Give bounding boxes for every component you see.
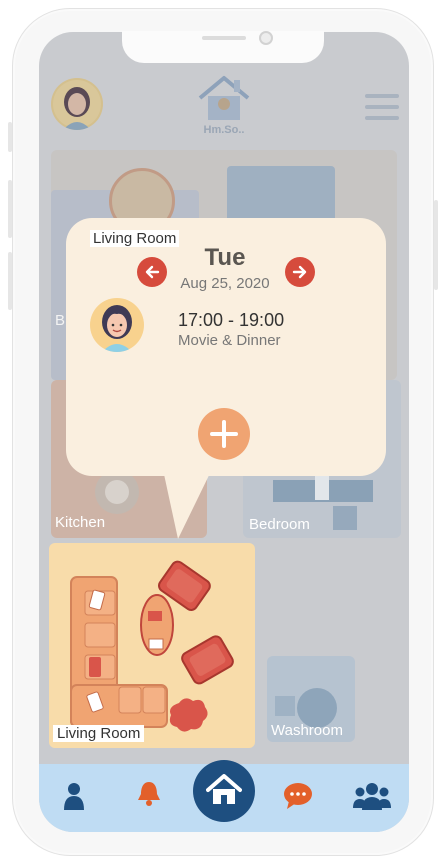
event-time: 17:00 - 19:00 (178, 310, 285, 330)
chat-icon[interactable] (283, 782, 313, 810)
popup-date: Aug 25, 2020 (180, 275, 270, 292)
event-title: Movie & Dinner (178, 332, 281, 349)
arrow-left-icon (145, 265, 160, 279)
bell-icon[interactable] (137, 780, 161, 808)
room-kitchen-label: Kitchen (55, 514, 106, 531)
home-button[interactable] (193, 760, 255, 822)
room-washroom-label: Washroom (271, 722, 343, 739)
profile-avatar[interactable] (51, 78, 103, 130)
app-logo: Hm.So.. (194, 74, 254, 138)
next-day-button[interactable] (285, 257, 315, 287)
arrow-right-icon (292, 265, 307, 279)
event-avatar (90, 298, 144, 352)
living-room-furniture-icon (70, 560, 234, 732)
bottom-nav (39, 760, 409, 832)
room-washroom[interactable]: Washroom (267, 656, 355, 742)
partial-room-label: B (55, 312, 66, 329)
popup-day: Tue (204, 244, 246, 271)
camera (259, 31, 273, 45)
plus-icon (210, 420, 238, 448)
room-living-label: Living Room (53, 725, 145, 742)
room-living[interactable]: Living Room (49, 543, 255, 748)
room-bedroom-label: Bedroom (249, 516, 310, 533)
side-button-left-1 (8, 122, 12, 152)
phone-notch (122, 31, 324, 63)
add-event-button[interactable] (198, 408, 250, 460)
prev-day-button[interactable] (137, 257, 167, 287)
speaker (202, 36, 246, 40)
event-popup: Living Room Tue Aug 25, 2020 17:00 - 19:… (66, 218, 386, 476)
side-button-right (434, 200, 438, 290)
logo-text: Hm.So.. (203, 124, 245, 136)
popup-tail (162, 465, 214, 539)
user-icon[interactable] (63, 782, 85, 810)
house-logo-icon (198, 76, 250, 120)
side-button-left-3 (8, 252, 12, 310)
side-button-left-2 (8, 180, 12, 238)
home-icon (206, 774, 242, 804)
menu-icon[interactable] (365, 94, 399, 120)
group-icon[interactable] (353, 782, 391, 810)
